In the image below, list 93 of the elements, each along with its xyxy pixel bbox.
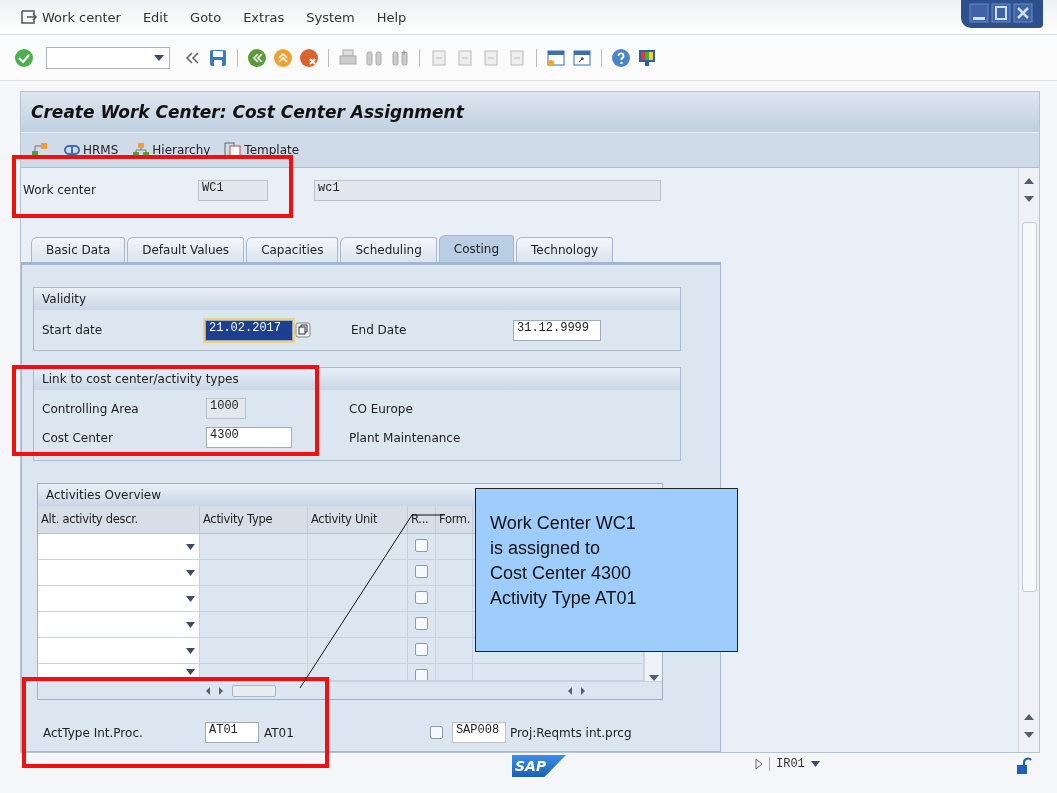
maximize-icon[interactable] xyxy=(991,3,1011,23)
menu-item[interactable]: Help xyxy=(376,9,407,25)
column-header[interactable]: Form. xyxy=(436,506,473,533)
column-header[interactable]: Activity Unit xyxy=(308,506,408,533)
field-description: Plant Maintenance xyxy=(349,430,461,445)
checkbox[interactable] xyxy=(415,539,428,552)
field-label: Start date xyxy=(42,323,104,337)
tab[interactable]: Default Values xyxy=(127,237,245,262)
dropdown-icon xyxy=(186,669,195,675)
scroll-up-icon[interactable] xyxy=(1024,178,1034,184)
menu-item[interactable]: Extras xyxy=(243,9,285,25)
field-label: Work center xyxy=(23,183,97,197)
tab[interactable]: Scheduling xyxy=(340,237,437,262)
dropdown-icon[interactable] xyxy=(810,761,820,767)
checkbox[interactable] xyxy=(415,617,428,630)
dropdown-icon[interactable] xyxy=(154,54,164,61)
tab[interactable]: Capacities xyxy=(246,237,339,262)
scroll-thumb[interactable] xyxy=(1021,222,1037,592)
monitor-icon[interactable] xyxy=(637,47,657,68)
new-session-icon[interactable] xyxy=(546,47,566,68)
hierarchy-icon xyxy=(132,142,151,158)
input-field[interactable]: 1000 xyxy=(206,398,246,419)
close-icon[interactable] xyxy=(1013,3,1033,23)
dropdown-field[interactable] xyxy=(38,638,200,663)
checkbox[interactable] xyxy=(415,643,428,656)
org-structure-icon[interactable] xyxy=(31,142,49,158)
scroll-arrows-icon[interactable] xyxy=(204,685,226,696)
group-title: Link to cost center/activity types xyxy=(34,368,680,390)
expand-icon[interactable] xyxy=(755,758,763,770)
field-description: CO Europe xyxy=(349,401,413,416)
dropdown-icon xyxy=(186,569,195,576)
logo: SAP xyxy=(512,755,566,777)
column-header[interactable]: Alt. activity descr. xyxy=(38,506,200,533)
column-header[interactable]: R... xyxy=(408,506,436,533)
menu-item[interactable]: Work center xyxy=(42,9,121,25)
dropdown-icon xyxy=(186,621,195,628)
save-icon[interactable] xyxy=(208,47,228,68)
menu-item[interactable]: Goto xyxy=(190,9,222,25)
screen-title: Create Work Center: Cost Center Assignment xyxy=(21,92,1039,132)
checkbox[interactable] xyxy=(429,726,443,739)
field-description: Proj:Reqmts int.prcg xyxy=(509,725,632,740)
field-label: ActType Int.Proc. xyxy=(43,725,144,740)
copy-icon xyxy=(224,142,243,158)
scroll-arrows-icon[interactable] xyxy=(566,685,588,696)
column-header[interactable]: Activity Type xyxy=(200,506,308,533)
checkbox[interactable] xyxy=(415,669,428,680)
toolbar-button[interactable]: Hierarchy xyxy=(132,142,211,158)
command-field[interactable] xyxy=(46,46,170,69)
menu-item[interactable]: System xyxy=(306,9,355,25)
input-field[interactable]: 21.02.2017 xyxy=(205,319,293,341)
back-icon[interactable] xyxy=(247,47,267,68)
link-icon xyxy=(63,142,81,158)
dropdown-icon xyxy=(186,647,195,654)
scroll-down-icon[interactable] xyxy=(648,675,659,681)
dropdown-field[interactable] xyxy=(38,534,200,559)
dropdown-field[interactable] xyxy=(38,612,200,637)
help-icon[interactable] xyxy=(611,47,631,68)
cancel-icon[interactable] xyxy=(299,47,319,68)
scroll-up-icon[interactable] xyxy=(1024,714,1034,720)
checkbox[interactable] xyxy=(415,565,428,578)
dropdown-icon xyxy=(186,595,195,602)
input-field[interactable]: 4300 xyxy=(206,427,292,448)
input-field[interactable]: AT01 xyxy=(205,722,259,743)
minimize-icon[interactable] xyxy=(969,3,989,23)
tab[interactable]: Technology xyxy=(516,237,614,262)
scroll-thumb[interactable] xyxy=(232,684,276,697)
field-label: End Date xyxy=(351,323,408,337)
system-name[interactable]: IR01 xyxy=(776,757,805,771)
field-label: Cost Center xyxy=(42,430,114,445)
field-label: Controlling Area xyxy=(42,401,140,416)
input-field[interactable]: 31.12.9999 xyxy=(513,319,601,341)
scroll-down-icon[interactable] xyxy=(1024,732,1034,738)
tab[interactable]: Costing xyxy=(438,235,514,262)
padlock-icon[interactable] xyxy=(1016,757,1032,775)
tab[interactable]: Basic Data xyxy=(31,237,126,262)
callout-text: Work Center WC1 is assigned to Cost Center 4300 Activity Type AT01 xyxy=(475,488,738,652)
toolbar-button[interactable]: HRMS xyxy=(63,142,119,158)
description-field[interactable]: wc1 xyxy=(314,179,661,201)
scroll-down-icon[interactable] xyxy=(1024,196,1034,202)
field-description: AT01 xyxy=(264,725,294,740)
group-title: Validity xyxy=(34,288,680,310)
dropdown-icon xyxy=(186,543,195,550)
checkbox[interactable] xyxy=(415,591,428,604)
check-icon[interactable] xyxy=(14,47,34,68)
dropdown-field[interactable] xyxy=(38,586,200,611)
toolbar-button[interactable]: Template xyxy=(224,142,300,158)
menu-item[interactable]: Edit xyxy=(142,9,169,25)
input-field[interactable]: SAP008 xyxy=(451,722,506,743)
calendar-copy-icon[interactable] xyxy=(295,322,311,338)
dropdown-field[interactable] xyxy=(38,560,200,585)
input-field[interactable]: WC1 xyxy=(198,179,268,201)
print-icon[interactable] xyxy=(338,47,358,68)
shortcut-icon[interactable] xyxy=(572,47,592,68)
